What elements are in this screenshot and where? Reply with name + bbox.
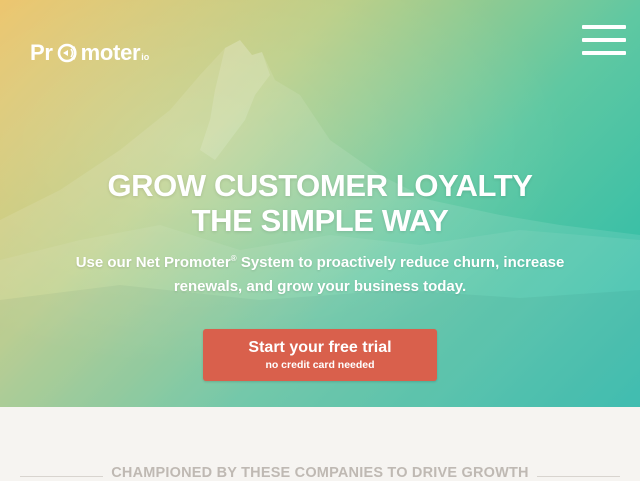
hero-section: Pr moter io GROW CUSTOMER LOYALTY THE SI… — [0, 0, 640, 407]
start-free-trial-button[interactable]: Start your free trial no credit card nee… — [203, 329, 437, 381]
logo-tld: io — [141, 52, 150, 62]
hamburger-icon[interactable] — [582, 24, 626, 56]
hero-headline: GROW CUSTOMER LOYALTY THE SIMPLE WAY — [40, 168, 600, 238]
promoter-logo[interactable]: Pr moter io — [30, 33, 149, 73]
cta-label: Start your free trial — [248, 339, 392, 356]
customers-heading: CHAMPIONED BY THESE COMPANIES TO DRIVE G… — [0, 465, 640, 481]
logo-wordmark: Pr moter — [30, 40, 141, 66]
hero-subheadline: Use our Net Promoter® System to proactiv… — [75, 254, 565, 295]
megaphone-icon — [54, 40, 80, 66]
cta-sublabel: no credit card needed — [265, 359, 375, 371]
headline-line-2: THE SIMPLE WAY — [191, 203, 449, 238]
headline-line-1: GROW CUSTOMER LOYALTY — [107, 168, 533, 203]
